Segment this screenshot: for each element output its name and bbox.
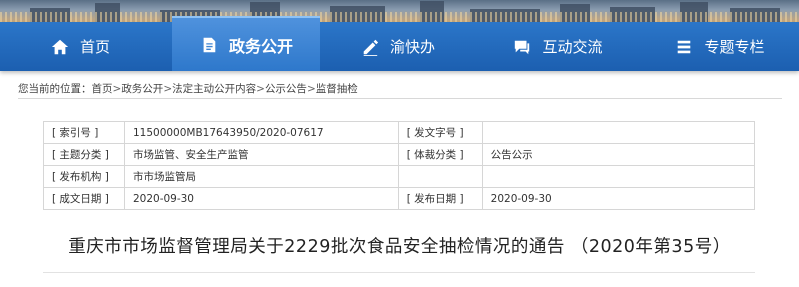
home-icon <box>50 37 70 57</box>
breadcrumb: 您当前的位置：首页>政务公开>法定主动公开内容>公示公告>监督抽检 <box>18 80 782 99</box>
main-nav: 首页 政务公开 渝快办 互动交流 专题专栏 <box>0 16 799 71</box>
nav-yukuaiban-label: 渝快办 <box>389 38 435 56</box>
nav-home[interactable]: 首页 <box>0 22 160 71</box>
table-row: [ 发布机构 ] 市市场监管局 <box>43 165 756 188</box>
table-row: [ 索引号 ] 11500000MB17643950/2020-07617 [ … <box>43 121 756 144</box>
genre-category-label: [ 体裁分类 ] <box>397 143 483 166</box>
breadcrumb-separator: > <box>306 83 316 95</box>
nav-interaction[interactable]: 互动交流 <box>475 22 640 71</box>
breadcrumb-home[interactable]: 首页 <box>92 83 113 95</box>
table-row: [ 成文日期 ] 2020-09-30 [ 发布日期 ] 2020-09-30 <box>43 187 756 210</box>
empty-label-cell <box>397 165 483 188</box>
nav-interaction-label: 互动交流 <box>542 38 603 56</box>
pen-icon <box>360 37 380 57</box>
document-icon <box>199 35 219 55</box>
document-meta-table: [ 索引号 ] 11500000MB17643950/2020-07617 [ … <box>43 121 756 210</box>
skyline-banner <box>0 0 799 22</box>
list-icon <box>674 37 694 57</box>
nav-yukuaiban[interactable]: 渝快办 <box>320 22 475 71</box>
breadcrumb-separator: > <box>256 83 265 95</box>
written-date-label: [ 成文日期 ] <box>43 187 125 210</box>
publish-date-value: 2020-09-30 <box>481 187 756 210</box>
subject-category-value: 市场监管、安全生产监管 <box>123 143 399 166</box>
breadcrumb-separator: > <box>112 83 122 95</box>
breadcrumb-prefix: 您当前的位置： <box>18 83 92 95</box>
breadcrumb-inspection[interactable]: 监督抽检 <box>316 83 358 95</box>
nav-special-topics[interactable]: 专题专栏 <box>640 22 799 71</box>
document-number-label: [ 发文字号 ] <box>397 121 483 144</box>
index-number-label: [ 索引号 ] <box>43 121 125 144</box>
table-row: [ 主题分类 ] 市场监管、安全生产监管 [ 体裁分类 ] 公告公示 <box>43 143 756 166</box>
nav-open-government[interactable]: 政务公开 <box>172 16 320 71</box>
nav-open-government-label: 政务公开 <box>228 36 293 56</box>
publisher-label: [ 发布机构 ] <box>43 165 125 188</box>
breadcrumb-separator: > <box>163 83 173 95</box>
nav-home-label: 首页 <box>79 38 110 56</box>
publish-date-label: [ 发布日期 ] <box>397 187 483 210</box>
nav-special-topics-label: 专题专栏 <box>704 38 765 56</box>
genre-category-value: 公告公示 <box>481 143 756 166</box>
subject-category-label: [ 主题分类 ] <box>43 143 125 166</box>
breadcrumb-open-government[interactable]: 政务公开 <box>121 83 163 95</box>
index-number-value: 11500000MB17643950/2020-07617 <box>123 121 399 144</box>
publisher-value: 市市场监管局 <box>123 165 399 188</box>
document-number-value <box>481 121 756 144</box>
written-date-value: 2020-09-30 <box>123 187 399 210</box>
breadcrumb-announcements[interactable]: 公示公告 <box>265 83 307 95</box>
title-divider <box>43 272 755 273</box>
chat-icon <box>512 37 532 57</box>
article-title: 重庆市市场监督管理局关于2229批次食品安全抽检情况的通告 （2020年第35号… <box>68 237 731 257</box>
breadcrumb-statutory-content[interactable]: 法定主动公开内容 <box>172 83 256 95</box>
empty-value-cell <box>481 165 756 188</box>
